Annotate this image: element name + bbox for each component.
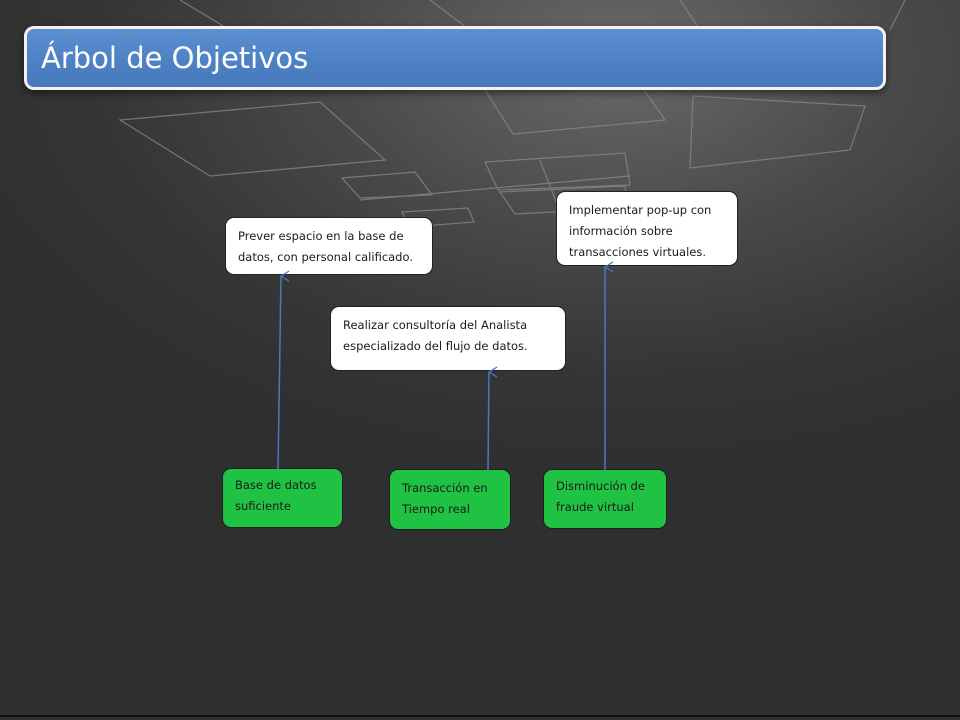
result-box-3: Disminución de fraude virtual — [543, 469, 667, 529]
slide-title: Árbol de Objetivos — [41, 41, 309, 75]
result-box-2: Transacción en Tiempo real — [389, 469, 511, 530]
objective-text: Realizar consultoría del Analista especi… — [343, 318, 528, 353]
result-box-1: Base de datos suficiente — [222, 468, 343, 528]
objective-text: Implementar pop-up con información sobre… — [569, 203, 712, 259]
title-bar: Árbol de Objetivos — [24, 26, 886, 90]
result-text: Disminución de fraude virtual — [556, 479, 645, 514]
result-text: Base de datos suficiente — [235, 478, 317, 513]
result-text: Transacción en Tiempo real — [402, 481, 488, 516]
bottom-divider — [0, 715, 960, 717]
objective-box-2: Realizar consultoría del Analista especi… — [330, 306, 566, 371]
objective-box-3: Implementar pop-up con información sobre… — [556, 191, 738, 266]
objective-box-1: Prever espacio en la base de datos, con … — [225, 217, 433, 275]
objective-text: Prever espacio en la base de datos, con … — [238, 229, 413, 264]
